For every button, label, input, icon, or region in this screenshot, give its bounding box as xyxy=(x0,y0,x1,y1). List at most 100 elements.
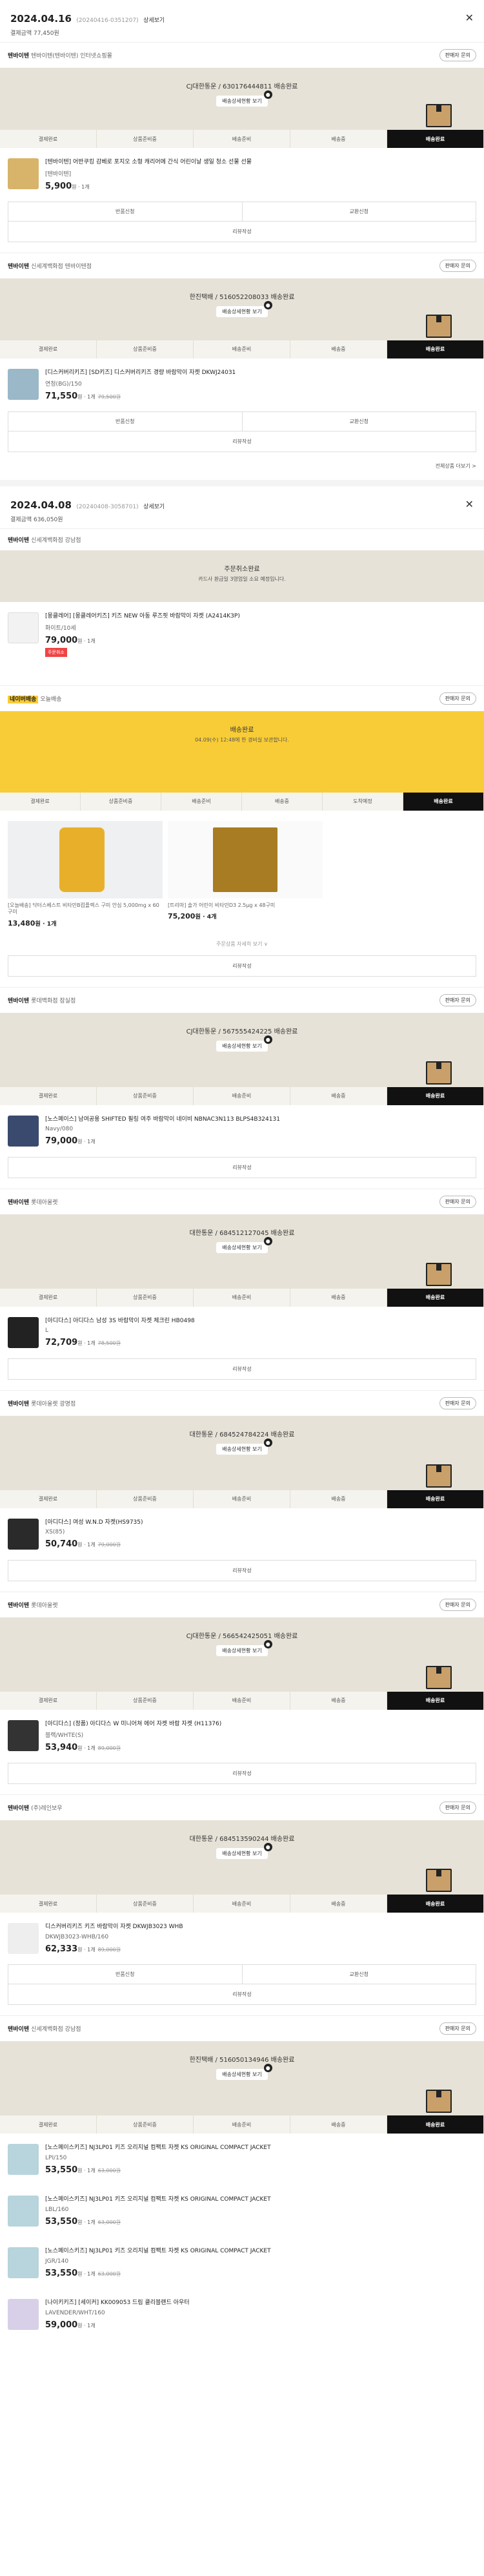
action-buttons: 리뷰작성 xyxy=(8,1156,476,1178)
review-button[interactable]: 리뷰작성 xyxy=(8,1359,476,1379)
product-item[interactable]: [노스페이스키즈] NJ3LP01 키즈 오리지널 컴팩트 자켓 KS ORIG… xyxy=(0,2237,484,2289)
step: 배송중 xyxy=(290,2115,387,2134)
product-option: L xyxy=(45,1327,49,1335)
product-thumbnail[interactable] xyxy=(8,368,39,400)
step: 상품준비중 xyxy=(81,792,161,811)
order-detail-link[interactable]: 상세보기 xyxy=(143,504,165,510)
product-item[interactable]: [나이키키즈] [세이커] KK009053 드림 클리블랜드 아우터 LAVEN… xyxy=(0,2289,484,2340)
product-thumbnail[interactable] xyxy=(8,2299,39,2331)
product-item[interactable]: [아디다스] (정품) 아디다스 W 미니어쳐 에어 자켓 바람 자켓 (H11… xyxy=(0,1710,484,1763)
tracking-detail-label: 배송상세현황 보기 xyxy=(222,1043,262,1049)
review-button[interactable]: 리뷰작성 xyxy=(8,1984,476,2004)
tracking-detail-button[interactable]: 배송상세현황 보기 ● xyxy=(216,300,272,317)
product-price: 53,550 xyxy=(45,2268,78,2278)
carrier-info: 한진택배 / 516050134946 배송완료 xyxy=(189,2057,295,2064)
step: 배송준비 xyxy=(194,1691,290,1710)
seller-inquiry-button[interactable]: 판매자 문의 xyxy=(439,993,476,1006)
shop-brand: 텐바이텐 xyxy=(8,53,30,59)
product-thumbnail[interactable] xyxy=(8,1115,39,1147)
seller-inquiry-button[interactable]: 판매자 문의 xyxy=(439,2022,476,2035)
shop-brand: 텐바이텐 xyxy=(8,263,30,270)
carrier-info: 대한통운 / 684513590244 배송완료 xyxy=(189,1836,295,1844)
view-all-products-link[interactable]: 전체상품 더보기 > xyxy=(0,462,484,480)
product-item[interactable]: 디스커버리키즈 키즈 바람막이 자켓 DKWJB3023 WHB DKWJB302… xyxy=(0,1913,484,1964)
close-icon[interactable]: ✕ xyxy=(465,12,474,24)
grid-product[interactable]: [트리마] 솔가 어린이 비타민D3 2.5µg x 48구미 75,200원 … xyxy=(168,820,323,928)
step: 배송준비 xyxy=(194,1490,290,1508)
tracking-detail-button[interactable]: 배송상세현황 보기 ● xyxy=(216,1843,272,1860)
product-unit: 원 · 1개 xyxy=(77,394,96,400)
seller-inquiry-button[interactable]: 판매자 문의 xyxy=(439,1195,476,1208)
product-thumbnail[interactable] xyxy=(8,1518,39,1550)
product-name: [노스페이스] 남여공용 SHIFTED 필링 여주 바람막이 네이비 NBNA… xyxy=(45,1116,280,1123)
product-name: [텐바이텐] 어반쿠킹 감베로 포지오 소형 캐리어에 간식 어린이날 생일 청… xyxy=(45,159,252,165)
location-pin-icon: ● xyxy=(263,1035,272,1044)
tracking-detail-button[interactable]: 배송상세현황 보기 ● xyxy=(216,1639,272,1656)
product-thumbnail[interactable] xyxy=(8,2247,39,2279)
step: 결제완료 xyxy=(0,1288,97,1307)
more-products-link[interactable]: 주문상품 자세히 보기 ∨ xyxy=(0,938,484,955)
seller-inquiry-button[interactable]: 판매자 문의 xyxy=(439,1397,476,1409)
review-button[interactable]: 리뷰작성 xyxy=(8,1763,476,1783)
product-thumbnail[interactable] xyxy=(8,1316,39,1348)
step: 상품준비중 xyxy=(97,1691,194,1710)
product-thumbnail[interactable] xyxy=(8,1923,39,1955)
exchange-button[interactable]: 교환신청 xyxy=(243,1965,476,1984)
package-icon xyxy=(426,2090,452,2114)
order-detail-link[interactable]: 상세보기 xyxy=(143,17,165,24)
exchange-button[interactable]: 교환신청 xyxy=(243,412,476,431)
step: 결제완료 xyxy=(0,1086,97,1105)
step: 결제완료 xyxy=(0,792,81,811)
tracking-panel: CJ대한통운 / 630176444811 배송완료 배송상세현황 보기 ● xyxy=(0,68,484,130)
product-item[interactable]: [몽클레어] [몽클레어키즈] 키즈 NEW 아동 루즈핏 바람막이 자켓 (A… xyxy=(0,602,484,667)
product-thumbnail[interactable] xyxy=(8,1719,39,1751)
product-item[interactable]: [노스페이스키즈] NJ3LP01 키즈 오리지널 컴팩트 자켓 KS ORIG… xyxy=(0,2185,484,2237)
product-item[interactable]: [아디다스] 아디다스 남성 3S 바람막이 자켓 체크린 HB0498 L 72,… xyxy=(0,1307,484,1358)
product-thumbnail[interactable] xyxy=(8,612,39,644)
shop-name: 신세계백화점 강남점 xyxy=(31,537,81,545)
seller-inquiry-button[interactable]: 판매자 문의 xyxy=(439,1802,476,1814)
return-button[interactable]: 반품신청 xyxy=(8,412,243,431)
product-item[interactable]: [노스페이스] 남여공용 SHIFTED 필링 여주 바람막이 네이비 NBNA… xyxy=(0,1105,484,1157)
package-icon xyxy=(426,1869,452,1893)
product-thumbnail[interactable] xyxy=(8,158,39,189)
delivery-steps: 결제완료 상품준비중 배송준비 배송중 배송완료 xyxy=(0,1691,484,1710)
tracking-detail-button[interactable]: 배송상세현황 보기 ● xyxy=(216,1236,272,1253)
product-thumbnail[interactable] xyxy=(8,2196,39,2227)
product-original-price: 79,000원 xyxy=(97,1542,121,1548)
tracking-detail-label: 배송상세현황 보기 xyxy=(222,308,262,315)
close-icon[interactable]: ✕ xyxy=(465,498,474,510)
return-button[interactable]: 반품신청 xyxy=(8,202,243,221)
tracking-detail-button[interactable]: 배송상세현황 보기 ● xyxy=(216,1438,272,1455)
product-item[interactable]: [디스커버리키즈] [SD키즈] 디스커버리키즈 경량 바람막이 자켓 DKWJ… xyxy=(0,358,484,412)
product-price: 71,550 xyxy=(45,391,78,402)
product-price: 79,000 xyxy=(45,1136,78,1147)
step: 결제완료 xyxy=(0,1691,97,1710)
product-item[interactable]: [텐바이텐] 어반쿠킹 감베로 포지오 소형 캐리어에 간식 어린이날 생일 청… xyxy=(0,148,484,202)
tracking-detail-button[interactable]: 배송상세현황 보기 ● xyxy=(216,90,272,107)
product-item[interactable]: [노스페이스키즈] NJ3LP01 키즈 오리지널 컴팩트 자켓 KS ORIG… xyxy=(0,2134,484,2185)
shop-header: 텐바이텐 신세계백화점 강남점 판매자 문의 xyxy=(0,2015,484,2041)
tracking-detail-button[interactable]: 배송상세현황 보기 ● xyxy=(216,1035,272,1052)
step-active: 배송완료 xyxy=(387,340,484,358)
product-unit: 원 · 1개 xyxy=(77,2219,96,2225)
seller-inquiry-button[interactable]: 판매자 문의 xyxy=(439,49,476,61)
tracking-detail-button[interactable]: 배송상세현황 보기 ● xyxy=(216,2064,272,2081)
review-button[interactable]: 리뷰작성 xyxy=(8,431,476,452)
product-thumbnail[interactable] xyxy=(8,2144,39,2176)
return-button[interactable]: 반품신청 xyxy=(8,1965,243,1984)
review-button[interactable]: 리뷰작성 xyxy=(8,222,476,242)
product-option: LPI/150 xyxy=(45,2154,67,2161)
seller-inquiry-button[interactable]: 판매자 문의 xyxy=(439,259,476,272)
review-button[interactable]: 리뷰작성 xyxy=(8,956,476,976)
product-image[interactable] xyxy=(168,820,323,898)
product-image[interactable] xyxy=(8,820,163,898)
action-buttons: 반품신청 교환신청 리뷰작성 xyxy=(8,411,476,453)
seller-inquiry-button[interactable]: 판매자 문의 xyxy=(439,692,476,705)
seller-inquiry-button[interactable]: 판매자 문의 xyxy=(439,1598,476,1611)
exchange-button[interactable]: 교환신청 xyxy=(243,202,476,221)
review-button[interactable]: 리뷰작성 xyxy=(8,1561,476,1581)
review-button[interactable]: 리뷰작성 xyxy=(8,1158,476,1178)
product-item[interactable]: [아디다스] 여성 W.N.D 자켓(HS9735) XS(85) 50,740원 … xyxy=(0,1508,484,1560)
grid-product[interactable]: [오늘배송] 닥터스베스트 비타민B컴플렉스 구미 안심 5,000mg x 6… xyxy=(8,820,163,928)
